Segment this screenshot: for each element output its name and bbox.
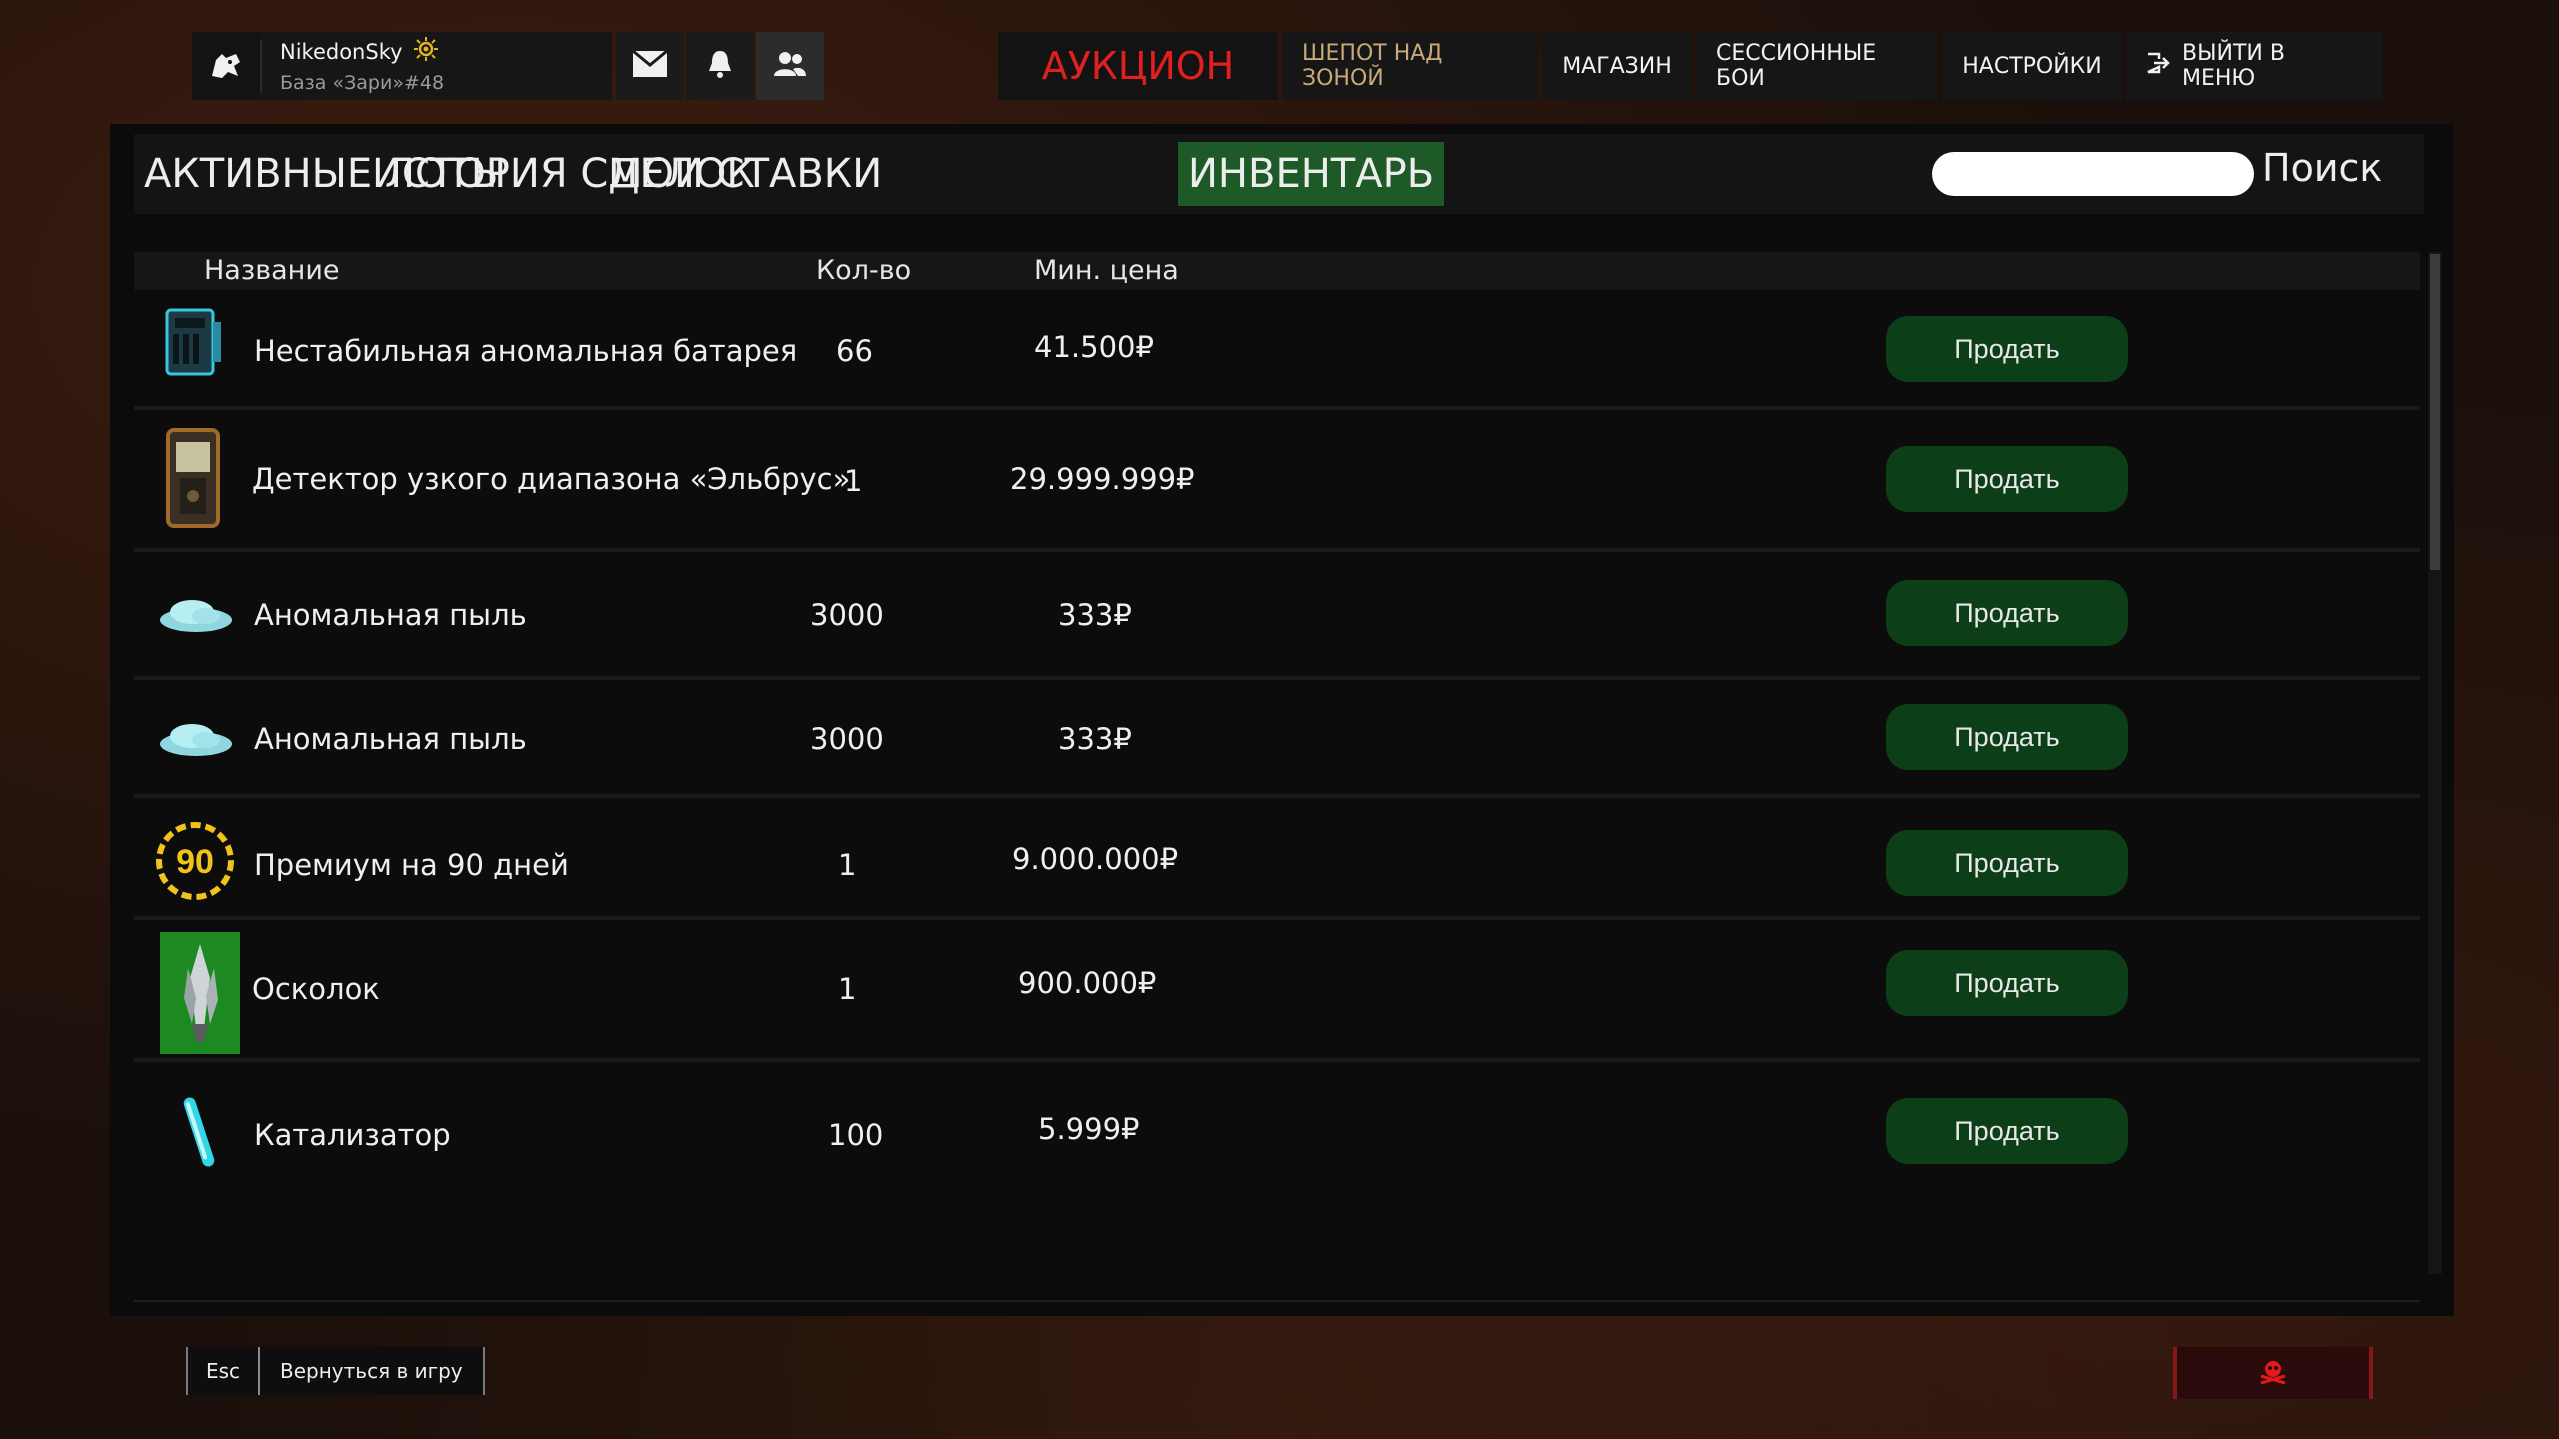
tab-my-bids[interactable]: МОИ СТАВКИ — [598, 142, 892, 206]
nav-exit-label: ВЫЙТИ В МЕНЮ — [2182, 41, 2285, 91]
search-label: Поиск — [2262, 146, 2383, 190]
sell-button[interactable]: Продать — [1886, 830, 2128, 896]
item-price: 41.500₽ — [1034, 330, 1154, 364]
nav-exit-button[interactable]: ВЫЙТИ В МЕНЮ — [2126, 32, 2382, 100]
item-name: Аномальная пыль — [254, 722, 527, 756]
exit-icon — [2146, 52, 2170, 80]
shard-icon — [160, 932, 240, 1054]
table-row: Катализатор 100 5.999₽ Продать — [134, 1062, 2420, 1212]
wolf-head-icon — [192, 32, 260, 100]
auction-panel: АКТИВНЫЕ ЛОТЫ ИСТОРИЯ СДЕЛОК МОИ СТАВКИ … — [110, 124, 2454, 1316]
username: NikedonSky — [280, 40, 403, 64]
sell-button[interactable]: Продать — [1886, 316, 2128, 382]
nav-sessions[interactable]: СЕССИОННЫЕ БОИ — [1696, 32, 1938, 100]
catalyst-icon — [174, 1092, 224, 1172]
friends-icon — [773, 50, 807, 82]
table-row: Аномальная пыль 3000 333₽ Продать — [134, 680, 2420, 798]
return-label: Вернуться в игру — [260, 1347, 483, 1395]
svg-text:90: 90 — [176, 843, 214, 881]
nav-whisper[interactable]: ШЕПОТ НАД ЗОНОЙ — [1282, 32, 1538, 100]
item-price: 5.999₽ — [1038, 1112, 1140, 1146]
mail-icon — [632, 49, 668, 82]
search-input[interactable] — [1932, 152, 2254, 196]
friends-button[interactable] — [756, 32, 824, 100]
scrollbar-thumb[interactable] — [2430, 254, 2440, 570]
base-label: База «Зари»#48 — [280, 72, 445, 95]
sell-button[interactable]: Продать — [1886, 580, 2128, 646]
sell-button[interactable]: Продать — [1886, 950, 2128, 1016]
mail-button[interactable] — [616, 32, 684, 100]
table-row: 90 Премиум на 90 дней 1 9.000.000₽ Прода… — [134, 798, 2420, 920]
item-qty: 100 — [828, 1118, 884, 1152]
item-qty: 3000 — [810, 598, 884, 632]
item-name: Аномальная пыль — [254, 598, 527, 632]
item-name: Детектор узкого диапазона «Эльбрус» — [252, 462, 851, 496]
sell-button[interactable]: Продать — [1886, 1098, 2128, 1164]
profile-card[interactable]: NikedonSky База «Зари»#48 — [192, 32, 612, 100]
tab-inventory[interactable]: ИНВЕНТАРЬ — [1178, 142, 1445, 206]
column-qty: Кол-во — [816, 255, 912, 286]
sun-badge-icon — [413, 36, 439, 68]
item-price: 29.999.999₽ — [1010, 462, 1195, 496]
auction-tabs: АКТИВНЫЕ ЛОТЫ ИСТОРИЯ СДЕЛОК МОИ СТАВКИ … — [134, 134, 2424, 214]
nav-shop[interactable]: МАГАЗИН — [1542, 32, 1692, 100]
skull-icon — [2258, 1358, 2288, 1388]
dust-icon — [158, 718, 234, 758]
danger-button[interactable] — [2173, 1347, 2373, 1399]
return-to-game-button[interactable]: Esc Вернуться в игру — [186, 1347, 485, 1395]
table-row: Нестабильная аномальная батарея 66 41.50… — [134, 292, 2420, 410]
nav-auction[interactable]: АУКЦИОН — [998, 32, 1278, 100]
item-name: Нестабильная аномальная батарея — [254, 334, 798, 368]
table-row: Аномальная пыль 3000 333₽ Продать — [134, 552, 2420, 680]
table-row: Детектор узкого диапазона «Эльбрус» 1 29… — [134, 410, 2420, 552]
item-price: 333₽ — [1058, 598, 1132, 632]
bell-icon — [706, 49, 734, 83]
panel-bottom-divider — [134, 1300, 2420, 1302]
item-qty: 3000 — [810, 722, 884, 756]
notifications-button[interactable] — [686, 32, 754, 100]
premium-90-icon: 90 — [154, 820, 236, 902]
table-row: Осколок 1 900.000₽ Продать — [134, 920, 2420, 1062]
esc-key-label: Esc — [188, 1347, 258, 1395]
nav-settings[interactable]: НАСТРОЙКИ — [1942, 32, 2122, 100]
item-qty: 1 — [838, 972, 857, 1006]
item-name: Осколок — [252, 972, 380, 1006]
main-nav: АУКЦИОН ШЕПОТ НАД ЗОНОЙ МАГАЗИН СЕССИОНН… — [998, 32, 2382, 100]
column-price: Мин. цена — [1034, 255, 1179, 286]
item-qty: 1 — [844, 464, 863, 498]
sell-button[interactable]: Продать — [1886, 704, 2128, 770]
item-qty: 1 — [838, 848, 857, 882]
item-qty: 66 — [836, 334, 873, 368]
item-name: Премиум на 90 дней — [254, 848, 569, 882]
sell-button[interactable]: Продать — [1886, 446, 2128, 512]
battery-icon — [162, 304, 226, 380]
item-price: 900.000₽ — [1018, 966, 1157, 1000]
dust-icon — [158, 594, 234, 634]
item-price: 9.000.000₽ — [1012, 842, 1179, 876]
table-header: Название Кол-во Мин. цена — [134, 252, 2420, 290]
item-price: 333₽ — [1058, 722, 1132, 756]
item-name: Катализатор — [254, 1118, 451, 1152]
detector-icon — [160, 424, 228, 532]
column-name: Название — [204, 255, 340, 286]
